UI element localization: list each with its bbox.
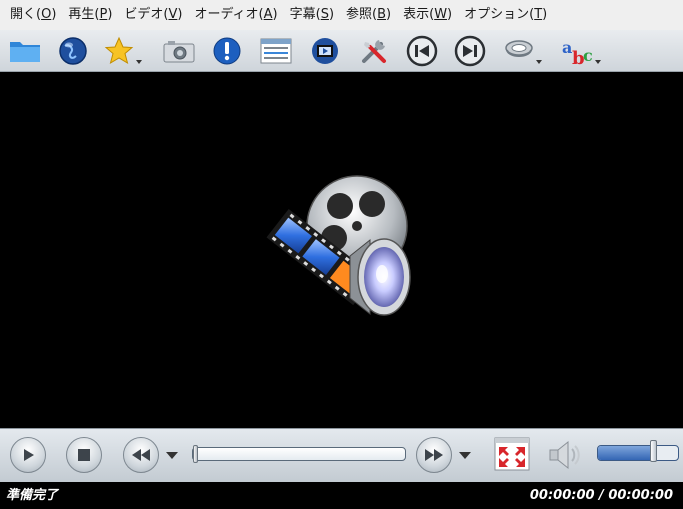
fullscreen-icon (494, 437, 530, 471)
mute-button[interactable] (546, 437, 582, 473)
chevron-down-icon (136, 60, 142, 64)
seek-handle[interactable] (193, 445, 198, 463)
chevron-down-icon (595, 60, 601, 64)
next-track-icon (454, 35, 486, 67)
seek-bar[interactable] (192, 445, 406, 463)
forward-options-chevron-icon[interactable] (459, 452, 471, 459)
previous-track-icon (406, 35, 438, 67)
globe-icon (59, 37, 87, 65)
previous-button[interactable] (405, 34, 439, 68)
video-display[interactable] (0, 72, 683, 428)
menu-open[interactable]: 開く(O) (4, 0, 62, 30)
playlist-button[interactable] (259, 34, 293, 68)
stop-button[interactable] (66, 437, 102, 473)
volume-level-fill (598, 446, 653, 460)
play-button[interactable] (10, 437, 46, 473)
menu-audio[interactable]: オーディオ(A) (188, 0, 283, 30)
video-equalizer-icon (312, 38, 338, 64)
next-button[interactable] (453, 34, 487, 68)
favorites-star-icon (104, 36, 134, 65)
favorites-button[interactable] (102, 34, 142, 68)
menu-browse[interactable]: 参照(B) (340, 0, 397, 30)
menu-video[interactable]: ビデオ(V) (118, 0, 188, 30)
volume-handle[interactable] (649, 440, 657, 462)
open-file-button[interactable] (8, 34, 42, 68)
main-toolbar: abc (0, 30, 683, 72)
menu-options[interactable]: オプション(T) (458, 0, 553, 30)
forward-icon (425, 449, 443, 461)
folder-icon (10, 42, 40, 62)
app-logo-icon (266, 175, 411, 316)
info-icon (213, 37, 241, 65)
subtitles-button[interactable]: abc (561, 34, 601, 68)
chevron-down-icon (536, 60, 542, 64)
audio-track-icon (505, 40, 533, 57)
menu-view[interactable]: 表示(W) (397, 0, 458, 30)
screenshot-camera-icon (163, 41, 195, 63)
svg-text:a: a (562, 38, 572, 57)
audio-track-button[interactable] (502, 34, 542, 68)
info-button[interactable] (210, 34, 244, 68)
video-equalizer-button[interactable] (308, 34, 342, 68)
status-text: 準備完了 (6, 488, 59, 503)
menu-play[interactable]: 再生(P) (62, 0, 118, 30)
preferences-button[interactable] (357, 34, 391, 68)
svg-text:c: c (583, 46, 593, 65)
rewind-icon (132, 449, 150, 461)
playback-controls (0, 428, 683, 482)
volume-slider[interactable] (597, 445, 679, 461)
status-bar: 準備完了 00:00:00 / 00:00:00 (0, 482, 683, 509)
subtitle-abc-icon: abc (562, 38, 593, 67)
open-url-button[interactable] (56, 34, 90, 68)
fullscreen-button[interactable] (494, 437, 530, 471)
menu-subtitles[interactable]: 字幕(S) (284, 0, 340, 30)
play-icon (24, 449, 34, 461)
playlist-icon (260, 38, 292, 64)
screenshot-button[interactable] (162, 34, 196, 68)
rewind-options-chevron-icon[interactable] (166, 452, 178, 459)
preferences-tools-icon (362, 40, 386, 63)
stop-icon (78, 449, 90, 461)
forward-button[interactable] (416, 437, 452, 473)
menu-bar: 開く(O) 再生(P) ビデオ(V) オーディオ(A) 字幕(S) 参照(B) … (0, 0, 683, 30)
rewind-button[interactable] (123, 437, 159, 473)
time-display: 00:00:00 / 00:00:00 (529, 488, 673, 503)
speaker-volume-icon (549, 440, 580, 470)
